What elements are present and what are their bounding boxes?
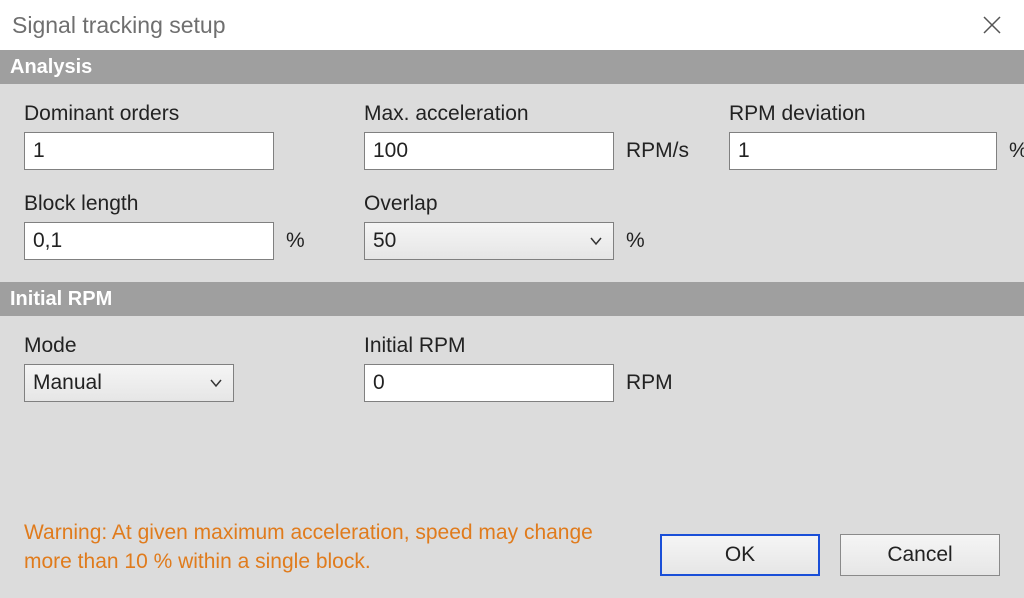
signal-tracking-setup-dialog: Signal tracking setup Analysis Dominant … — [0, 0, 1024, 598]
initial-rpm-unit: RPM — [626, 371, 673, 395]
max-acceleration-input[interactable] — [364, 132, 614, 170]
mode-label: Mode — [24, 334, 324, 358]
overlap-select-value: 50 — [373, 229, 396, 253]
rpm-deviation-field: RPM deviation % — [729, 102, 1024, 170]
cancel-button[interactable]: Cancel — [840, 534, 1000, 576]
dialog-title: Signal tracking setup — [12, 12, 226, 39]
mode-select-value: Manual — [33, 371, 102, 395]
max-acceleration-unit: RPM/s — [626, 139, 689, 163]
ok-button[interactable]: OK — [660, 534, 820, 576]
dominant-orders-input[interactable] — [24, 132, 274, 170]
analysis-section-header: Analysis — [0, 50, 1024, 84]
x-icon — [982, 15, 1002, 35]
analysis-section-body: Dominant orders Max. acceleration RPM/s … — [0, 84, 1024, 282]
block-length-unit: % — [286, 229, 305, 253]
overlap-select[interactable]: 50 — [364, 222, 614, 260]
block-length-field: Block length % — [24, 192, 324, 260]
initial-rpm-section-body: Mode Manual Initial RPM RPM — [0, 316, 1024, 424]
mode-select[interactable]: Manual — [24, 364, 234, 402]
overlap-field: Overlap 50 % — [364, 192, 684, 260]
chevron-down-icon — [209, 376, 223, 390]
block-length-label: Block length — [24, 192, 324, 216]
initial-rpm-section-header: Initial RPM — [0, 282, 1024, 316]
warning-text: Warning: At given maximum acceleration, … — [24, 519, 604, 576]
rpm-deviation-unit: % — [1009, 139, 1024, 163]
dominant-orders-label: Dominant orders — [24, 102, 324, 126]
overlap-label: Overlap — [364, 192, 684, 216]
dialog-buttons: OK Cancel — [660, 534, 1000, 576]
footer-area: Warning: At given maximum acceleration, … — [0, 424, 1024, 598]
max-acceleration-field: Max. acceleration RPM/s — [364, 102, 689, 170]
mode-field: Mode Manual — [24, 334, 324, 402]
initial-rpm-label: Initial RPM — [364, 334, 684, 358]
chevron-down-icon — [589, 234, 603, 248]
close-icon[interactable] — [968, 1, 1016, 49]
initial-rpm-field: Initial RPM RPM — [364, 334, 684, 402]
initial-rpm-input[interactable] — [364, 364, 614, 402]
overlap-unit: % — [626, 229, 645, 253]
rpm-deviation-input[interactable] — [729, 132, 997, 170]
max-acceleration-label: Max. acceleration — [364, 102, 689, 126]
title-bar: Signal tracking setup — [0, 0, 1024, 50]
rpm-deviation-label: RPM deviation — [729, 102, 1024, 126]
block-length-input[interactable] — [24, 222, 274, 260]
dominant-orders-field: Dominant orders — [24, 102, 324, 170]
